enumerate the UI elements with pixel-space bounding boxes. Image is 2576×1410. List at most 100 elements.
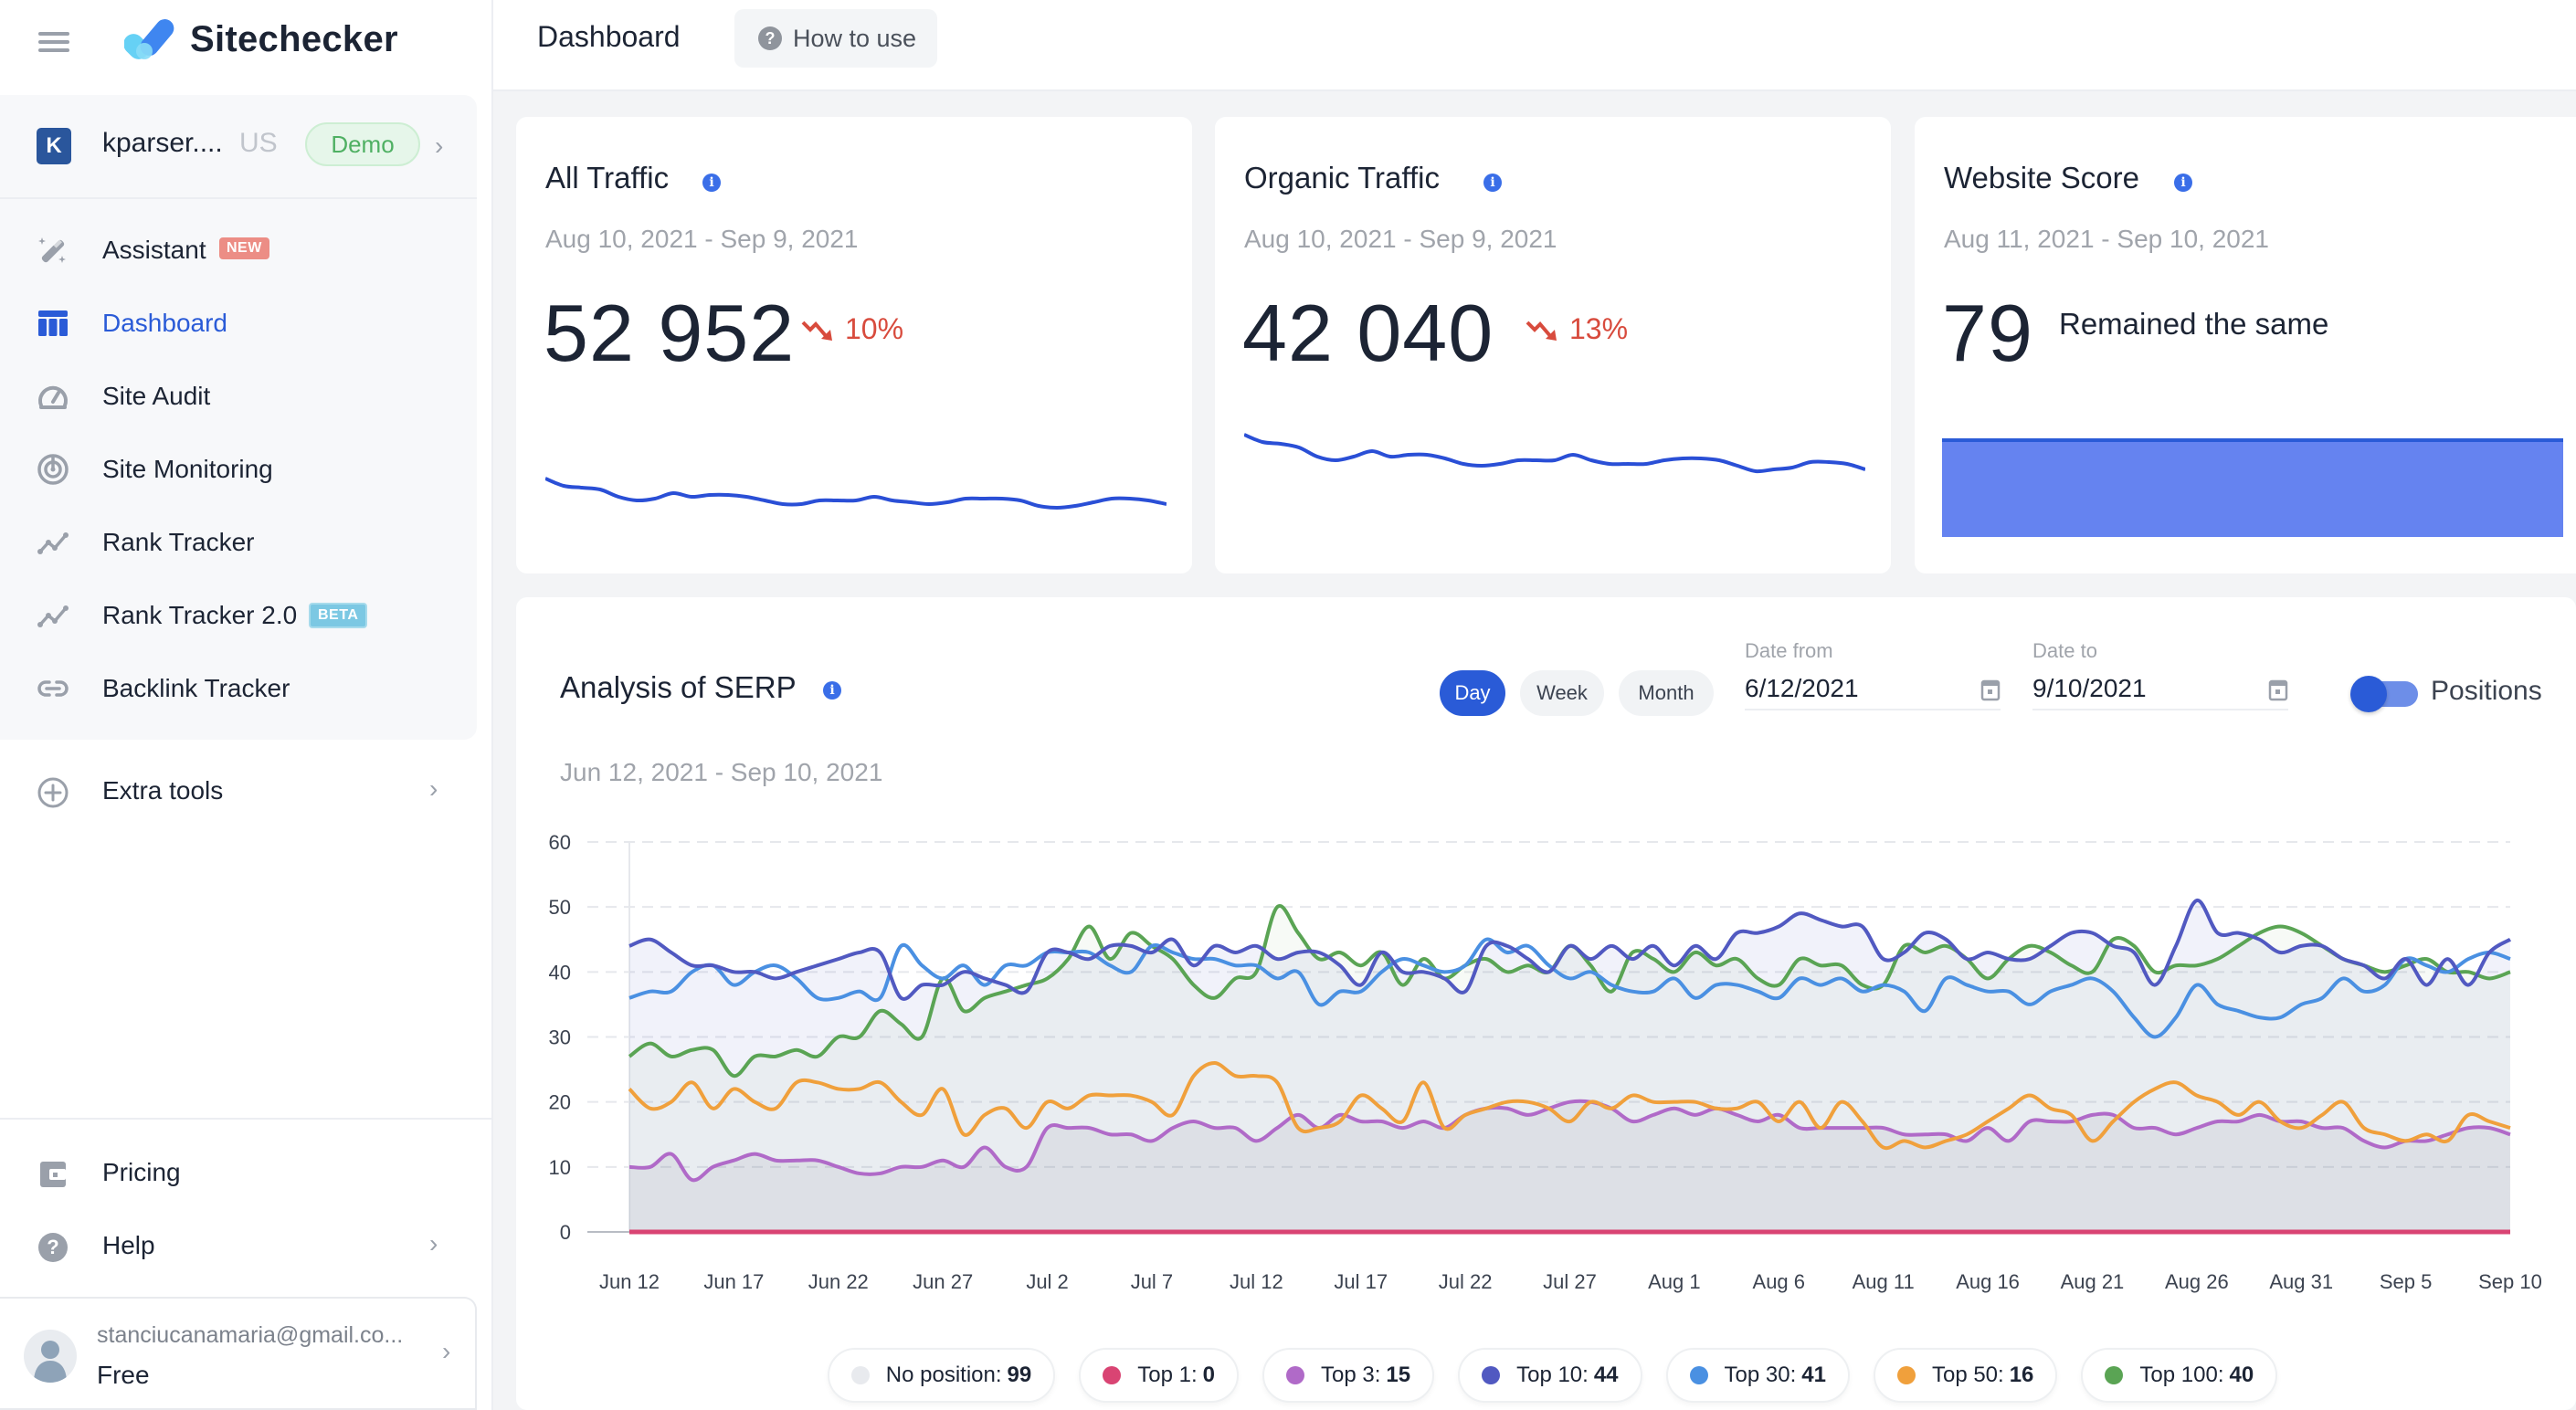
- card-title: Organic Traffic: [1244, 161, 1440, 195]
- legend-value: 44: [1593, 1363, 1619, 1387]
- legend-label: Top 10:: [1516, 1363, 1589, 1387]
- all-traffic-sparkline: [545, 477, 1167, 510]
- chevron-right-icon: ›: [429, 1229, 438, 1257]
- user-email: stanciucanamaria@gmail.co...: [97, 1322, 404, 1348]
- project-name: kparser....: [102, 128, 223, 158]
- period-month-button[interactable]: Month: [1619, 670, 1714, 716]
- x-tick-label: Aug 1: [1648, 1270, 1701, 1293]
- user-account[interactable]: stanciucanamaria@gmail.co... Free ›: [0, 1297, 477, 1410]
- legend-label: Top 100:: [2139, 1363, 2224, 1387]
- x-tick-label: Aug 26: [2165, 1270, 2229, 1293]
- organic-traffic-card: Organic Traffic i Aug 10, 2021 - Sep 9, …: [1215, 117, 1891, 573]
- x-tick-label: Aug 6: [1753, 1270, 1806, 1293]
- sidebar-item-dashboard[interactable]: Dashboard: [0, 287, 477, 360]
- legend-item-top-50[interactable]: Top 50: 16: [1873, 1348, 2058, 1403]
- info-icon[interactable]: i: [702, 174, 721, 192]
- delta-percent: 13%: [1569, 312, 1629, 345]
- sidebar-item-site-audit[interactable]: Site Audit: [0, 360, 477, 433]
- card-date-range: Aug 11, 2021 - Sep 10, 2021: [1944, 225, 2269, 253]
- legend-value: 41: [1801, 1363, 1826, 1387]
- website-score-card: Website Score i Aug 11, 2021 - Sep 10, 2…: [1915, 117, 2576, 573]
- help-icon: ?: [38, 1233, 68, 1262]
- sidebar-item-label: Site Audit: [102, 382, 211, 410]
- hamburger-menu-icon[interactable]: [38, 27, 69, 58]
- sparkline-path: [545, 477, 1167, 510]
- positions-toggle[interactable]: [2350, 676, 2418, 712]
- legend-label: No position:: [885, 1363, 1002, 1387]
- sidebar-item-rank-tracker[interactable]: Rank Tracker: [0, 506, 477, 579]
- x-tick-label: Jun 17: [703, 1270, 764, 1293]
- sidebar-item-label: Extra tools: [102, 776, 224, 805]
- user-plan: Free: [97, 1361, 150, 1389]
- sidebar-item-assistant[interactable]: Assistant NEW: [0, 214, 477, 287]
- serp-analysis-card: Analysis of SERP i Jun 12, 2021 - Sep 10…: [516, 597, 2576, 1410]
- sidebar-nav: Assistant NEW Dashboard Site Audit Site …: [0, 214, 477, 725]
- period-week-button[interactable]: Week: [1520, 670, 1604, 716]
- legend-item-top-100[interactable]: Top 100: 40: [2081, 1348, 2278, 1403]
- date-to-input[interactable]: [2032, 668, 2288, 710]
- serp-title: Analysis of SERP: [560, 670, 797, 704]
- chevron-right-icon: ›: [442, 1337, 451, 1365]
- period-day-button[interactable]: Day: [1440, 670, 1505, 716]
- legend-item-no-position[interactable]: No position: 99: [827, 1348, 1056, 1403]
- legend-item-top-30[interactable]: Top 30: 41: [1665, 1348, 1850, 1403]
- sparkline-path: [1244, 433, 1865, 474]
- y-tick-label: 0: [560, 1221, 571, 1244]
- x-tick-label: Jul 17: [1334, 1270, 1388, 1293]
- dashboard-icon: [38, 310, 68, 336]
- legend-value: 15: [1386, 1363, 1411, 1387]
- legend-value: 16: [2009, 1363, 2034, 1387]
- sidebar-item-label: Pricing: [102, 1158, 181, 1186]
- legend-item-top-10[interactable]: Top 10: 44: [1458, 1348, 1642, 1403]
- date-from-field: Date from: [1745, 639, 2001, 721]
- trend-down-icon: [801, 321, 832, 341]
- card-title: All Traffic: [545, 161, 670, 195]
- sidebar-panel: K kparser.... US Demo › Assistant NEW Da…: [0, 95, 477, 740]
- sidebar-item-help[interactable]: ? Help ›: [0, 1211, 493, 1284]
- logo[interactable]: Sitechecker: [124, 18, 398, 60]
- link-icon: [37, 680, 69, 697]
- sidebar-item-site-monitoring[interactable]: Site Monitoring: [0, 433, 477, 506]
- legend-dot: [2105, 1366, 2124, 1384]
- calendar-icon[interactable]: [2268, 678, 2288, 701]
- info-icon[interactable]: i: [2174, 174, 2192, 192]
- legend-item-top-1[interactable]: Top 1: 0: [1079, 1348, 1239, 1403]
- x-tick-label: Aug 11: [1853, 1270, 1915, 1293]
- magic-wand-icon: [38, 237, 66, 263]
- traffic-delta: 10%: [801, 312, 903, 346]
- organic-traffic-sparkline: [1244, 433, 1865, 474]
- x-tick-label: Aug 21: [2061, 1270, 2125, 1293]
- sidebar-item-pricing[interactable]: Pricing: [0, 1138, 493, 1211]
- how-to-use-button[interactable]: ? How to use: [734, 9, 937, 68]
- speedometer-icon: [38, 385, 68, 409]
- toggle-knob: [2350, 676, 2387, 712]
- plus-circle-icon: [37, 777, 69, 808]
- legend-label: Top 50:: [1931, 1363, 2004, 1387]
- calendar-icon[interactable]: [1980, 678, 2001, 701]
- legend-dot: [1286, 1366, 1304, 1384]
- project-selector[interactable]: K kparser.... US Demo ›: [0, 95, 477, 199]
- info-icon[interactable]: i: [1483, 174, 1502, 192]
- trend-line-icon: [37, 605, 69, 627]
- x-tick-label: Aug 31: [2269, 1270, 2333, 1293]
- page-title: Dashboard: [537, 20, 681, 53]
- sidebar-item-extra-tools[interactable]: Extra tools ›: [0, 756, 477, 829]
- brand-name: Sitechecker: [190, 18, 398, 59]
- user-icon: [34, 1341, 67, 1383]
- date-from-input[interactable]: [1745, 668, 2001, 710]
- info-icon[interactable]: i: [823, 681, 841, 700]
- chevron-right-icon: ›: [435, 132, 444, 160]
- monitoring-icon: [37, 454, 69, 485]
- serp-date-range: Jun 12, 2021 - Sep 10, 2021: [560, 758, 883, 786]
- y-tick-label: 60: [549, 835, 571, 854]
- sidebar-item-backlink-tracker[interactable]: Backlink Tracker: [0, 652, 477, 725]
- x-tick-label: Aug 16: [1956, 1270, 2020, 1293]
- app: Sitechecker K kparser.... US Demo › Assi…: [0, 0, 2576, 1410]
- y-tick-label: 40: [549, 961, 571, 984]
- legend-dot: [1689, 1366, 1708, 1384]
- y-tick-label: 20: [549, 1091, 571, 1114]
- legend-item-top-3[interactable]: Top 3: 15: [1262, 1348, 1435, 1403]
- x-tick-label: Jul 12: [1230, 1270, 1283, 1293]
- sidebar-item-rank-tracker-2[interactable]: Rank Tracker 2.0 BETA: [0, 579, 477, 652]
- demo-badge: Demo: [305, 122, 420, 166]
